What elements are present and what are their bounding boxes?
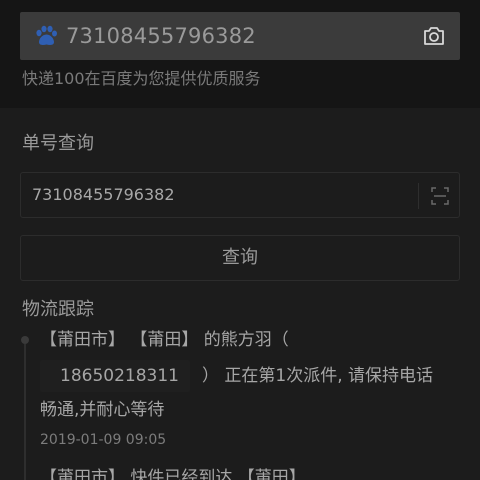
courier-phone-number[interactable]: 18650218311	[60, 365, 179, 387]
provider-subtitle: 快递100在百度为您提供优质服务	[22, 69, 261, 88]
tracking-section-title: 单号查询	[22, 133, 94, 154]
event-text: ） 正在第1次派件, 请保持电话	[202, 366, 434, 386]
logistics-title: 物流跟踪	[22, 299, 94, 320]
search-header: 73108455796382 快递100在百度为您提供优质服务	[0, 0, 480, 108]
timeline-dot	[21, 336, 29, 344]
tracking-number-field[interactable]: 73108455796382	[20, 172, 460, 218]
scan-icon[interactable]	[431, 187, 449, 205]
camera-icon[interactable]	[422, 25, 446, 47]
paw-icon	[36, 25, 57, 45]
input-divider	[418, 183, 419, 209]
tracking-number-value[interactable]: 73108455796382	[32, 184, 175, 206]
event-text: 畅通,并耐心等待	[40, 400, 165, 420]
event-text: 【莆田市】 【莆田】 的熊方羽（	[40, 330, 289, 350]
query-button[interactable]: 查询	[20, 235, 460, 281]
event-timestamp: 2019-01-09 09:05	[40, 432, 167, 448]
courier-phone-link[interactable]: 18650218311	[40, 360, 190, 392]
express-tracking-page: 73108455796382 快递100在百度为您提供优质服务 单号查询 731…	[0, 0, 480, 480]
search-bar[interactable]: 73108455796382	[20, 12, 460, 60]
search-query-text[interactable]: 73108455796382	[66, 23, 256, 49]
event-text: 【莆田市】 快件已经到达 【莆田】	[40, 468, 306, 480]
timeline-line	[24, 344, 26, 480]
